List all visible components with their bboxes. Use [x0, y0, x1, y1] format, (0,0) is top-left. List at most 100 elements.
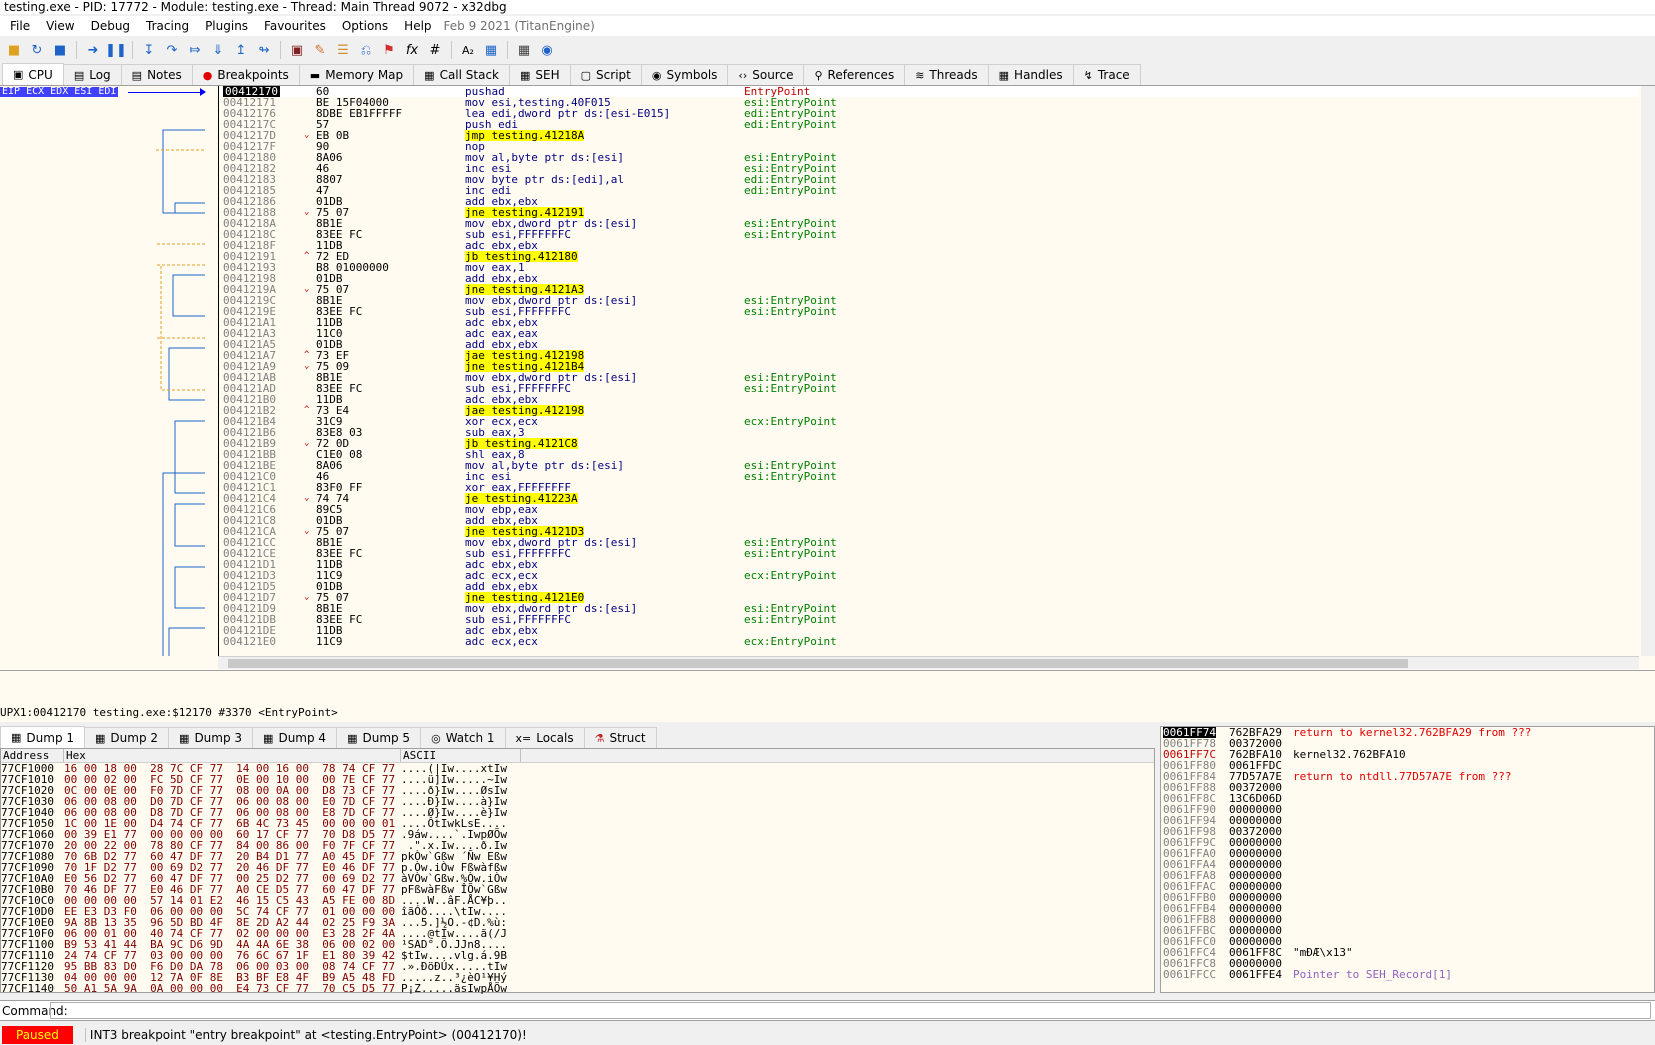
disasm-row[interactable]: 004121CE 83EE FC sub esi,FFFFFFFC esi:Entry…: [219, 548, 1639, 559]
tab-symbols[interactable]: ◉ Symbols: [640, 64, 729, 85]
tab-struct[interactable]: ⚗ Struct: [583, 727, 657, 748]
disasm-row[interactable]: 00412185 47 inc edi edi:EntryPoint: [219, 185, 1639, 196]
tab-references[interactable]: ⚲ References: [803, 64, 906, 85]
menu-item-file[interactable]: File: [2, 19, 38, 33]
dump-row[interactable]: 77CF1140 50 A1 5A 9A 0A 00 00 00 E4 73 CF…: [1, 983, 1154, 994]
tab-dump-2[interactable]: ▦ Dump 2: [84, 727, 170, 748]
disasm-row[interactable]: 00412170 60 pushad EntryPoint: [219, 86, 1639, 97]
tab-notes[interactable]: ▤ Notes: [120, 64, 193, 85]
functions-icon[interactable]: fx: [402, 40, 422, 60]
scylla-icon[interactable]: ▣: [287, 40, 307, 60]
menu-item-tracing[interactable]: Tracing: [138, 19, 197, 33]
disasm-row[interactable]: 004121DE 11DB adc ebx,ebx: [219, 625, 1639, 636]
menu-item-view[interactable]: View: [38, 19, 82, 33]
command-input[interactable]: [50, 1002, 1651, 1019]
disasm-row[interactable]: 00412171 BE 15F04000 mov esi,testing.40F01…: [219, 97, 1639, 108]
tab-breakpoints[interactable]: ● Breakpoints: [191, 64, 300, 85]
disasm-row[interactable]: 0041219A 75 07 ⌄ jne testing.4121A3: [219, 284, 1639, 295]
disasm-row[interactable]: 004121C0 46 inc esi esi:EntryPoint: [219, 471, 1639, 482]
run-to-user-code-icon[interactable]: ↬: [254, 40, 274, 60]
disasm-row[interactable]: 00412182 46 inc esi esi:EntryPoint: [219, 163, 1639, 174]
disasm-row[interactable]: 004121DB 83EE FC sub esi,FFFFFFFC esi:Entry…: [219, 614, 1639, 625]
disasm-row[interactable]: 004121AD 83EE FC sub esi,FFFFFFFC esi:Entry…: [219, 383, 1639, 394]
disasm-row[interactable]: 004121AB 8B1E mov ebx,dword ptr ds:[esi] es…: [219, 372, 1639, 383]
tab-source[interactable]: ‹› Source: [727, 64, 805, 85]
step-over-icon[interactable]: ↷: [162, 40, 182, 60]
dump-view[interactable]: Address Hex ASCII 77CF1000 16 00 18 00 28…: [0, 748, 1155, 994]
disasm-row[interactable]: 004121CA 75 07 ⌄ jne testing.4121D3: [219, 526, 1639, 537]
menu-item-help[interactable]: Help: [396, 19, 439, 33]
disasm-row[interactable]: 004121D9 8B1E mov ebx,dword ptr ds:[esi] es…: [219, 603, 1639, 614]
disasm-row[interactable]: 004121A7 73 EF ^ jae testing.412198: [219, 350, 1639, 361]
disasm-row[interactable]: 004121C4 74 74 ⌄ je testing.41223A: [219, 493, 1639, 504]
disasm-row[interactable]: 004121B6 83E8 03 sub eax,3: [219, 427, 1639, 438]
tab-cpu[interactable]: ▣ CPU: [2, 63, 64, 85]
registers-icon[interactable]: ▦: [481, 40, 501, 60]
tab-handles[interactable]: ▦ Handles: [987, 64, 1074, 85]
tab-watch-1[interactable]: ◎ Watch 1: [420, 727, 506, 748]
stop-icon[interactable]: ■: [50, 40, 70, 60]
disasm-row[interactable]: 004121A3 11C0 adc eax,eax: [219, 328, 1639, 339]
trace-into-icon[interactable]: ⤇: [185, 40, 205, 60]
patch-icon[interactable]: ✎: [310, 40, 330, 60]
disasm-row[interactable]: 0041219C 8B1E mov ebx,dword ptr ds:[esi] es…: [219, 295, 1639, 306]
disasm-row[interactable]: 004121C6 89C5 mov ebp,eax: [219, 504, 1639, 515]
disasm-row[interactable]: 004121D3 11C9 adc ecx,ecx ecx:EntryPoint: [219, 570, 1639, 581]
disasm-row[interactable]: 00412183 8807 mov byte ptr ds:[edi],al edi:…: [219, 174, 1639, 185]
disasm-row[interactable]: 004121A9 75 09 ⌄ jne testing.4121B4: [219, 361, 1639, 372]
trace-over-icon[interactable]: ⇓: [208, 40, 228, 60]
disasm-row[interactable]: 004121A5 01DB add ebx,ebx: [219, 339, 1639, 350]
tab-log[interactable]: ▤ Log: [62, 64, 122, 85]
tab-locals[interactable]: x= Locals: [504, 727, 585, 748]
disasm-row[interactable]: 004121B9 72 0D ⌄ jb testing.4121C8: [219, 438, 1639, 449]
disasm-row[interactable]: 0041218A 8B1E mov ebx,dword ptr ds:[esi] es…: [219, 218, 1639, 229]
disasm-row[interactable]: 0041218F 11DB adc ebx,ebx: [219, 240, 1639, 251]
disasm-row[interactable]: 0041219E 83EE FC sub esi,FFFFFFFC esi:Entry…: [219, 306, 1639, 317]
disassembly[interactable]: 00412170 60 pushad EntryPoint 00412171 BE 15F…: [218, 86, 1639, 656]
disasm-row[interactable]: 004121BB C1E0 08 shl eax,8: [219, 449, 1639, 460]
tab-threads[interactable]: ≋ Threads: [904, 64, 989, 85]
tab-dump-3[interactable]: ▦ Dump 3: [168, 727, 254, 748]
disasm-row[interactable]: 0041217F 90 nop: [219, 141, 1639, 152]
disasm-row[interactable]: 004121D5 01DB add ebx,ebx: [219, 581, 1639, 592]
disasm-row[interactable]: 004121D1 11DB adc ebx,ebx: [219, 559, 1639, 570]
pause-icon[interactable]: ❚❚: [105, 40, 127, 60]
disasm-row[interactable]: 004121B0 11DB adc ebx,ebx: [219, 394, 1639, 405]
disasm-row[interactable]: 00412198 01DB add ebx,ebx: [219, 273, 1639, 284]
disasm-row[interactable]: 004121BE 8A06 mov al,byte ptr ds:[esi] esi:…: [219, 460, 1639, 471]
disasm-hscrollbar[interactable]: [218, 656, 1639, 669]
stack-view[interactable]: 0061FF74 762BFA29 return to kernel32.762BF…: [1160, 726, 1655, 993]
disasm-row[interactable]: 004121C8 01DB add ebx,ebx: [219, 515, 1639, 526]
tab-trace[interactable]: ↯ Trace: [1072, 64, 1141, 85]
bookmarks-icon[interactable]: ⚑: [379, 40, 399, 60]
tab-dump-1[interactable]: ▦ Dump 1: [0, 726, 86, 748]
disasm-row[interactable]: 004121C1 83F0 FF xor eax,FFFFFFFF: [219, 482, 1639, 493]
disasm-scrollbar[interactable]: [1641, 86, 1655, 656]
menu-item-plugins[interactable]: Plugins: [197, 19, 256, 33]
disasm-row[interactable]: 004121B2 73 E4 ^ jae testing.412198: [219, 405, 1639, 416]
tab-memory-map[interactable]: ▬ Memory Map: [298, 64, 415, 85]
stack-row[interactable]: 0061FFCC 0061FFE4 Pointer to SEH_Record[1]: [1161, 969, 1654, 980]
disasm-row[interactable]: 0041218C 83EE FC sub esi,FFFFFFFC esi:Entry…: [219, 229, 1639, 240]
tab-dump-4[interactable]: ▦ Dump 4: [252, 727, 338, 748]
hash-icon[interactable]: #: [425, 40, 445, 60]
run-icon[interactable]: ➜: [83, 40, 103, 60]
tab-call-stack[interactable]: ▦ Call Stack: [413, 64, 510, 85]
tab-dump-5[interactable]: ▦ Dump 5: [336, 727, 422, 748]
menu-item-debug[interactable]: Debug: [83, 19, 138, 33]
font-icon[interactable]: A₂: [458, 40, 478, 60]
disasm-row[interactable]: 00412193 B8 01000000 mov eax,1: [219, 262, 1639, 273]
disasm-row[interactable]: 00412191 72 ED ^ jb testing.412180: [219, 251, 1639, 262]
tab-seh[interactable]: ▦ SEH: [509, 64, 571, 85]
disasm-row[interactable]: 004121B4 31C9 xor ecx,ecx ecx:EntryPoint: [219, 416, 1639, 427]
disasm-row[interactable]: 00412180 8A06 mov al,byte ptr ds:[esi] esi:…: [219, 152, 1639, 163]
labels-icon[interactable]: ⎌: [356, 40, 376, 60]
globe-icon[interactable]: ◉: [537, 40, 557, 60]
disasm-row[interactable]: 0041217C 57 push edi edi:EntryPoint: [219, 119, 1639, 130]
disasm-row[interactable]: 004121D7 75 07 ⌄ jne testing.4121E0: [219, 592, 1639, 603]
menu-item-options[interactable]: Options: [334, 19, 396, 33]
disasm-row[interactable]: 004121CC 8B1E mov ebx,dword ptr ds:[esi] es…: [219, 537, 1639, 548]
tab-script[interactable]: ▢ Script: [569, 64, 642, 85]
comments-icon[interactable]: ☰: [333, 40, 353, 60]
disasm-row[interactable]: 00412188 75 07 ⌄ jne testing.412191: [219, 207, 1639, 218]
